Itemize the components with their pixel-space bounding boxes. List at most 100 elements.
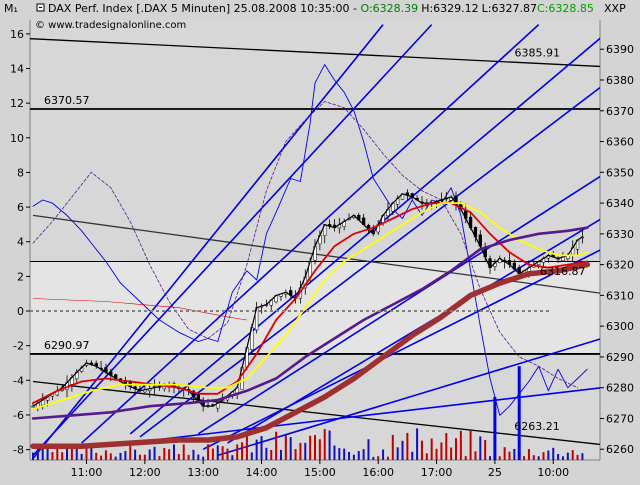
left-tick-label: 8 <box>17 166 24 179</box>
left-tick-label: -4 <box>13 374 24 387</box>
volume-bar <box>328 430 331 460</box>
volume-bar <box>391 434 394 460</box>
volume-bar <box>250 452 253 460</box>
volume-spike <box>517 366 521 460</box>
volume-bar <box>396 447 399 460</box>
volume-bar <box>299 442 302 460</box>
right-tick-label: 6290 <box>606 351 634 364</box>
left-tick-label: 6 <box>17 201 24 214</box>
volume-spike <box>493 396 497 460</box>
volume-bar <box>338 448 341 460</box>
x-tick-label: 12:00 <box>129 466 161 479</box>
chart-svg[interactable]: 6370.57 6290.97 6385.91 6263.21 6316.87 16 14… <box>0 0 640 480</box>
x-tick-label: 11:00 <box>71 466 103 479</box>
volume-bar <box>221 446 224 460</box>
volume-bar <box>362 449 365 460</box>
left-tick-label: 0 <box>17 305 24 318</box>
volume-bar <box>367 439 370 460</box>
x-tick-label: 25 <box>488 466 502 479</box>
volume-bar <box>114 456 117 460</box>
volume-bar <box>571 450 574 460</box>
volume-bar <box>561 456 564 460</box>
volume-bar <box>450 447 453 460</box>
volume-bar <box>241 442 244 460</box>
right-tick-label: 6260 <box>606 443 634 456</box>
volume-bar <box>547 450 550 460</box>
last-price-label: 6316.87 <box>540 265 586 278</box>
volume-bar <box>182 444 185 460</box>
volume-bar <box>211 448 214 460</box>
volume-bar <box>484 439 487 460</box>
volume-bar <box>425 453 428 460</box>
volume-bar <box>333 445 336 460</box>
volume-bar <box>508 451 511 460</box>
volume-bar <box>61 452 64 460</box>
volume-bar <box>226 448 229 460</box>
volume-bar <box>372 456 375 460</box>
left-tick-label: 14 <box>10 63 24 76</box>
volume-bar <box>197 454 200 460</box>
volume-bar <box>406 432 409 460</box>
level-label: 6370.57 <box>44 94 90 107</box>
right-tick-label: 6380 <box>606 74 634 87</box>
level-label: 6290.97 <box>44 339 90 352</box>
volume-bar <box>552 447 555 460</box>
volume-bar <box>177 453 180 460</box>
right-tick-label: 6370 <box>606 105 634 118</box>
volume-bar <box>314 435 316 460</box>
volume-bar <box>318 439 321 460</box>
low-value: L:6327.87 <box>482 2 537 15</box>
volume-bar <box>207 444 210 460</box>
volume-bar <box>498 456 501 460</box>
volume-bar <box>202 456 205 460</box>
volume-bar <box>440 442 443 460</box>
right-tick-label: 6280 <box>606 382 634 395</box>
volume-bar <box>377 456 380 460</box>
volume-bar <box>124 451 127 460</box>
candle-body <box>31 405 35 408</box>
volume-bar <box>420 440 423 460</box>
volume-bar <box>469 430 472 460</box>
volume-bar <box>134 449 137 460</box>
volume-bar <box>455 438 457 460</box>
volume-bar <box>523 456 526 460</box>
right-tick-label: 6270 <box>606 412 634 425</box>
volume-bar <box>348 451 351 460</box>
left-tick-label: 16 <box>10 28 24 41</box>
volume-bar <box>260 436 263 460</box>
right-tick-label: 6300 <box>606 320 634 333</box>
volume-bar <box>435 448 438 460</box>
x-tick-label: 17:00 <box>421 466 453 479</box>
volume-bar <box>479 436 482 460</box>
volume-bar <box>129 444 132 460</box>
volume-bar <box>51 452 54 460</box>
watermark: © www.tradesignalonline.com <box>35 20 186 31</box>
volume-bar <box>153 446 156 460</box>
open-value: O:6328.39 <box>361 2 419 15</box>
volume-bar <box>41 448 44 460</box>
volume-bar <box>537 456 540 460</box>
x-tick-label: 14:00 <box>246 466 278 479</box>
volume-bar <box>284 435 287 460</box>
left-tick-label: -2 <box>13 340 24 353</box>
volume-bar <box>411 451 414 460</box>
volume-bar <box>532 455 535 460</box>
volume-bar <box>265 447 268 460</box>
volume-bar <box>445 432 448 460</box>
volume-bar <box>401 440 404 460</box>
volume-bar <box>173 444 175 460</box>
x-tick-label: 16:00 <box>362 466 394 479</box>
right-tick-label: 6350 <box>606 166 634 179</box>
volume-bar <box>95 452 98 460</box>
left-tick-label: 4 <box>17 236 24 249</box>
right-tick-label: 6320 <box>606 259 634 272</box>
volume-bar <box>255 439 258 460</box>
volume-bar <box>279 449 282 460</box>
volume-bar <box>216 445 219 460</box>
volume-bar <box>187 454 190 460</box>
volume-bar <box>158 456 161 460</box>
volume-bar <box>270 449 273 460</box>
volume-bar <box>109 453 112 460</box>
volume-bar <box>148 449 151 460</box>
volume-bar <box>192 449 195 460</box>
